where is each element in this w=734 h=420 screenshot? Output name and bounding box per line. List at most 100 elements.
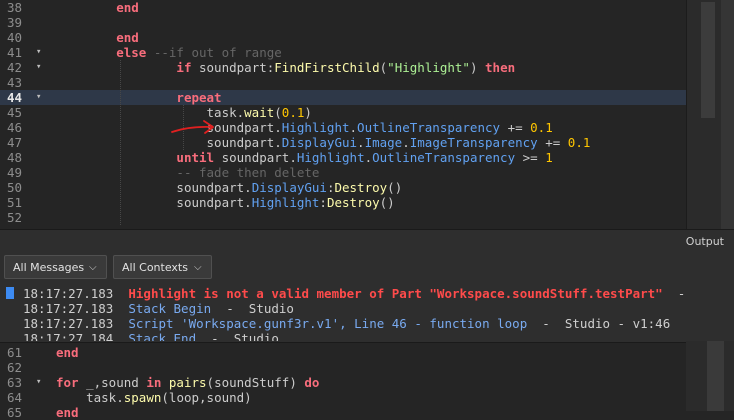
code-token: end xyxy=(116,30,139,45)
log-timestamp: 18:17:27.183 xyxy=(23,286,114,301)
log-entry[interactable]: 18:17:27.184 Stack End - Studio xyxy=(23,331,279,341)
log-timestamp: 18:17:27.183 xyxy=(23,301,114,316)
code-token: _,sound xyxy=(78,375,147,390)
code-token: Destroy xyxy=(334,180,388,195)
line-number: 63 xyxy=(6,375,22,390)
code-token: then xyxy=(485,60,516,75)
line-number: 51 xyxy=(6,195,22,210)
code-token: Destroy xyxy=(326,195,380,210)
code-line[interactable]: 46 soundpart.Highlight.OutlineTransparen… xyxy=(0,120,686,135)
code-line[interactable]: 44 ▾ repeat xyxy=(0,90,686,105)
code-token: pairs xyxy=(168,375,207,390)
code-token: wait xyxy=(244,105,275,120)
code-token: ) xyxy=(304,105,312,120)
code-token: . xyxy=(349,120,358,135)
code-token: if xyxy=(176,60,192,75)
code-token: in xyxy=(146,375,162,390)
code-token: DisplayGui xyxy=(251,180,327,195)
code-token: -- fade then delete xyxy=(176,165,320,180)
log-message: Script 'Workspace.gunf3r.v1', Line 46 - … xyxy=(128,316,528,331)
chevron-down-icon[interactable]: ▾ xyxy=(36,90,46,105)
line-number: 46 xyxy=(6,120,22,135)
code-text: else --if out of range xyxy=(56,45,282,60)
output-title: Output xyxy=(685,235,724,248)
line-number: 39 xyxy=(6,15,22,30)
log-message: Stack End xyxy=(128,331,197,341)
line-number: 52 xyxy=(6,210,22,225)
output-log[interactable]: 18:17:27.183 Highlight is not a valid me… xyxy=(0,283,734,341)
code-line[interactable]: 48 until soundpart.Highlight.OutlineTran… xyxy=(0,150,686,165)
log-entry[interactable]: 18:17:27.183 Script 'Workspace.gunf3r.v1… xyxy=(23,316,670,331)
code-line[interactable]: 38 end xyxy=(0,0,686,15)
code-line[interactable]: 40 end xyxy=(0,30,686,45)
code-token: (loop,sound) xyxy=(161,390,252,405)
log-source: - xyxy=(662,286,686,301)
line-number: 61 xyxy=(6,345,22,360)
chevron-down-icon: ⌵ xyxy=(194,262,202,273)
code-token: Highlight xyxy=(251,195,320,210)
code-line[interactable]: 41 ▾ else --if out of range xyxy=(0,45,686,60)
code-line[interactable]: 47 soundpart.DisplayGui.Image.ImageTrans… xyxy=(0,135,686,150)
editor-lower-scrollbar[interactable] xyxy=(686,341,734,411)
log-entry[interactable]: 18:17:27.183 Highlight is not a valid me… xyxy=(23,286,685,301)
code-line[interactable]: 62 xyxy=(0,360,686,375)
code-token: . xyxy=(402,135,410,150)
code-token: . xyxy=(357,135,365,150)
lower-scroll-thumb[interactable] xyxy=(707,341,724,411)
code-token: += xyxy=(500,120,531,135)
code-token: spawn xyxy=(123,390,162,405)
code-text: soundpart.DisplayGui.Image.ImageTranspar… xyxy=(56,135,591,150)
code-line[interactable]: 42 ▾ if soundpart:FindFirstChild("Highlig… xyxy=(0,60,686,75)
code-token: 0.1 xyxy=(530,120,553,135)
code-token: Image xyxy=(364,135,403,150)
line-number: 41 xyxy=(6,45,22,60)
all-messages-dropdown[interactable]: All Messages ⌵ xyxy=(4,255,107,279)
log-entry[interactable]: 18:17:27.183 Stack Begin - Studio xyxy=(23,301,294,316)
line-number: 47 xyxy=(6,135,22,150)
line-number: 50 xyxy=(6,180,22,195)
code-token: OutlineTransparency xyxy=(372,150,516,165)
code-line[interactable]: 50 soundpart.DisplayGui:Destroy() xyxy=(0,180,686,195)
code-text: -- fade then delete xyxy=(56,165,319,180)
code-token: FindFirstChild xyxy=(274,60,380,75)
code-line[interactable]: 65 end xyxy=(0,405,686,420)
all-contexts-dropdown[interactable]: All Contexts ⌵ xyxy=(113,255,212,279)
code-line[interactable]: 52 xyxy=(0,210,686,225)
code-line[interactable]: 64 task.spawn(loop,sound) xyxy=(0,390,686,405)
code-token: OutlineTransparency xyxy=(357,120,501,135)
chevron-down-icon[interactable]: ▾ xyxy=(36,60,46,75)
code-line[interactable]: 45 task.wait(0.1) xyxy=(0,105,686,120)
code-token: end xyxy=(56,405,79,420)
code-line[interactable]: 51 soundpart.Highlight:Destroy() xyxy=(0,195,686,210)
code-editor[interactable]: 38 end 39 40 end 41 ▾ else --if out of range… xyxy=(0,0,734,420)
code-line[interactable]: 61 end xyxy=(0,345,686,360)
code-line[interactable]: 63 ▾ for _,sound in pairs(soundStuff) do xyxy=(0,375,686,390)
editor-scrollbar[interactable] xyxy=(721,0,734,232)
log-message: Highlight is not a valid member of Part … xyxy=(128,286,663,301)
code-text: until soundpart.Highlight.OutlineTranspa… xyxy=(56,150,552,165)
log-source: - Studio xyxy=(211,301,294,316)
code-line[interactable]: 39 xyxy=(0,15,686,30)
code-token: . xyxy=(364,150,373,165)
line-number: 62 xyxy=(6,360,22,375)
code-token: >= xyxy=(515,150,546,165)
log-timestamp: 18:17:27.183 xyxy=(23,316,114,331)
editor-scroll-thumb[interactable] xyxy=(701,2,715,118)
red-arrow-icon xyxy=(171,120,214,134)
chevron-down-icon[interactable]: ▾ xyxy=(36,375,46,390)
line-number: 48 xyxy=(6,150,22,165)
code-line[interactable]: 43 xyxy=(0,75,686,90)
code-text: task.spawn(loop,sound) xyxy=(56,390,252,405)
code-token: for xyxy=(56,375,79,390)
code-line[interactable]: 49 -- fade then delete xyxy=(0,165,686,180)
chevron-down-icon[interactable]: ▾ xyxy=(36,45,46,60)
code-token: ImageTransparency xyxy=(409,135,538,150)
